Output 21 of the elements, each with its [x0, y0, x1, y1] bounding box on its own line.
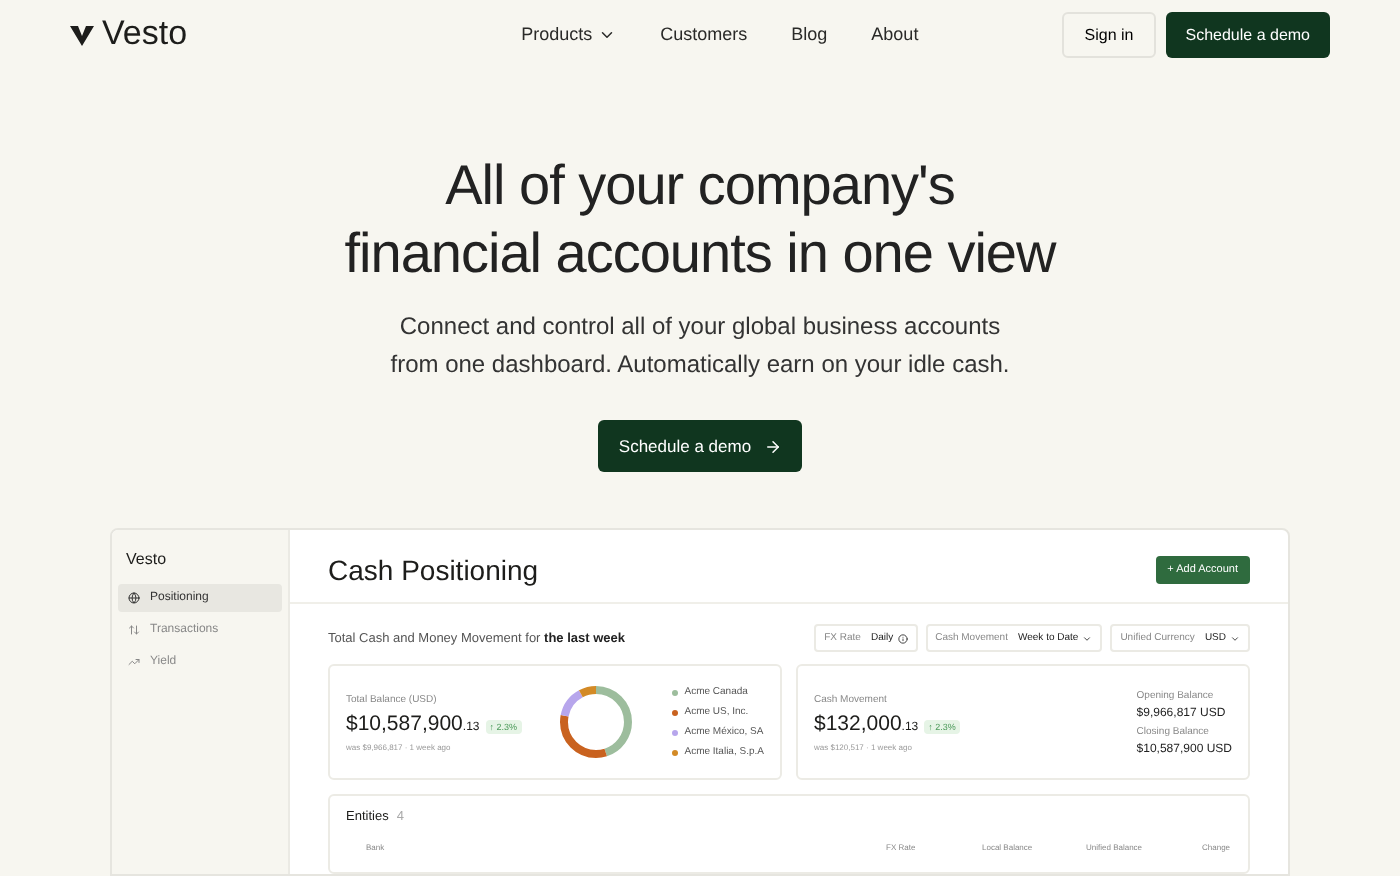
donut-drawing [556, 682, 637, 762]
nav-link[interactable]: About [871, 24, 919, 44]
globe-icon [128, 592, 140, 604]
sign-in-button[interactable]: Sign in [1062, 11, 1156, 57]
schedule-demo-button[interactable]: Schedule a demo [598, 420, 802, 472]
schedule-demo-button[interactable]: Schedule a demo [1165, 11, 1330, 57]
arrow-icon [763, 437, 782, 455]
logo-text[interactable]: Vesto [102, 14, 188, 54]
caret-icon [1082, 633, 1093, 643]
logo-icon [70, 22, 94, 46]
sidebar-logo: Vesto [124, 550, 169, 572]
nav-link[interactable]: Customers [660, 24, 748, 44]
info-icon [897, 633, 908, 643]
hero-subtitle: Connect and control all of your global business accounts from one dashboard. Automatically earn on your idle cash. [390, 310, 1010, 382]
nav-link[interactable]: Blog [791, 24, 828, 44]
page-title: Cash Positioning [328, 554, 539, 586]
arrows-icon [128, 624, 140, 636]
nav-link[interactable]: Products [521, 24, 617, 44]
trend-icon [128, 656, 140, 668]
caret-icon [1230, 633, 1240, 643]
hero-title: All of your company's financial accounts in one view [344, 152, 1056, 288]
